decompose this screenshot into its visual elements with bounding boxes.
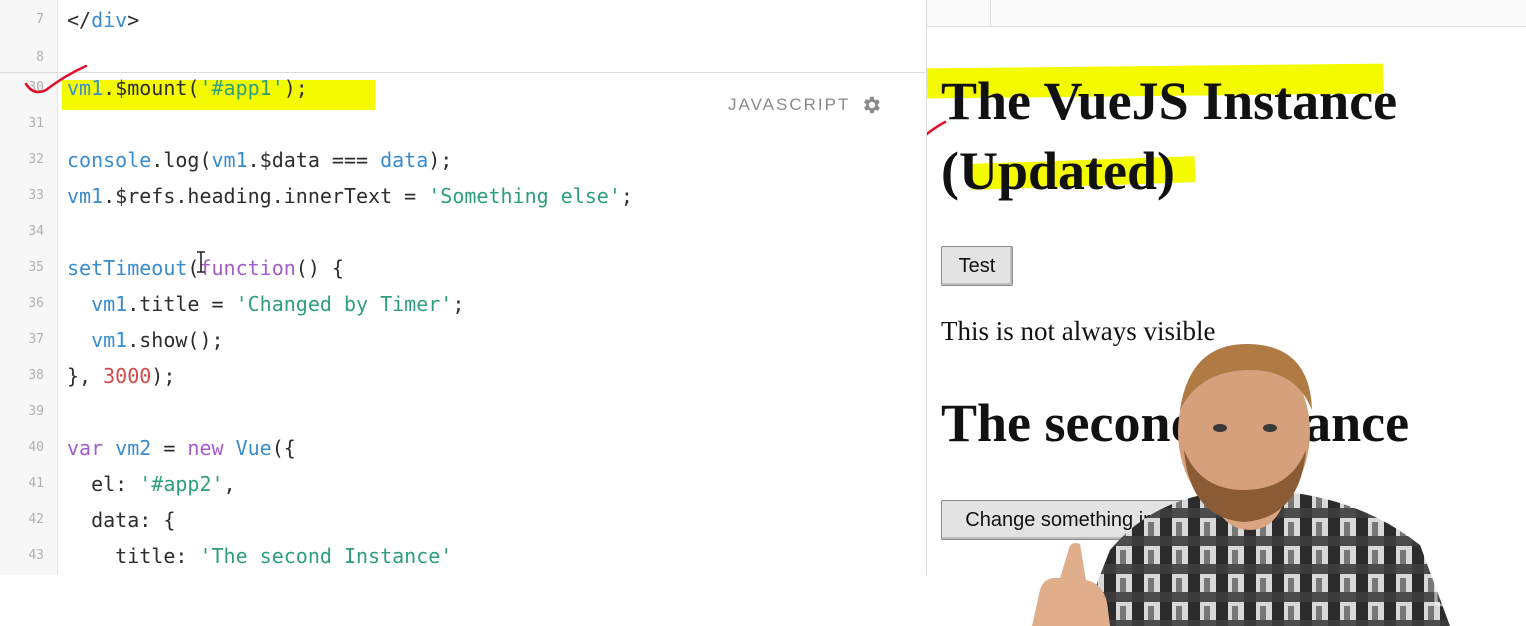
code-line[interactable]: 42 data: {	[0, 502, 925, 538]
code-text[interactable]: el: '#app2',	[67, 466, 236, 502]
line-number: 41	[28, 476, 44, 491]
code-token: '#app2'	[139, 472, 224, 496]
pen-checkmark-annotation-2	[927, 120, 947, 136]
code-token: vm1	[67, 184, 104, 208]
code-token: .title =	[127, 292, 236, 316]
line-number: 34	[28, 224, 44, 239]
code-line[interactable]: 41 el: '#app2',	[0, 466, 925, 502]
code-text[interactable]: vm1.$mount('#app1');	[67, 70, 308, 106]
code-token: >	[127, 8, 140, 32]
preview-toolbar	[927, 0, 1526, 27]
code-text[interactable]: title: 'The second Instance'	[67, 538, 452, 574]
line-number: 36	[28, 296, 44, 311]
toolbar-separator	[990, 0, 991, 26]
code-token: '#app1'	[199, 76, 284, 100]
code-token: console	[67, 148, 152, 172]
code-token: vm1	[211, 148, 248, 172]
code-token: ,	[223, 472, 236, 496]
line-number: 7	[36, 12, 44, 27]
code-text[interactable]: vm1.show();	[67, 322, 224, 358]
code-token: () {	[295, 256, 344, 280]
code-token: ({	[271, 436, 296, 460]
code-text[interactable]: }, 3000);	[67, 358, 175, 394]
line-number: 40	[28, 440, 44, 455]
language-bar[interactable]: JAVASCRIPT	[728, 94, 882, 116]
code-line[interactable]: 37 vm1.show();	[0, 322, 925, 358]
code-token: data	[380, 148, 429, 172]
code-token: 'Changed by Timer'	[235, 292, 453, 316]
text-cursor-icon	[197, 251, 205, 273]
code-token: =	[151, 436, 188, 460]
code-line[interactable]: 33 vm1.$refs.heading.innerText = 'Somethi…	[0, 178, 925, 214]
code-line[interactable]: 34	[0, 214, 925, 250]
code-line[interactable]: 39	[0, 394, 925, 430]
code-line[interactable]: 36 vm1.title = 'Changed by Timer';	[0, 286, 925, 322]
code-line[interactable]: 35 setTimeout(function() {	[0, 250, 925, 286]
heading-line-2: (Updated)	[941, 141, 1176, 201]
heading-line-1: The VueJS Instance	[941, 71, 1398, 131]
code-line[interactable]: 38}, 3000);	[0, 358, 925, 394]
code-token: Vue	[235, 436, 272, 460]
code-token: ;	[452, 292, 465, 316]
language-label: JAVASCRIPT	[728, 95, 851, 114]
code-editor[interactable]: 7 </div> 8 30 vm1.$mount('#app1'); 31 32 consol…	[0, 0, 925, 575]
line-number: 43	[28, 548, 44, 563]
code-token: new	[187, 436, 236, 460]
code-line[interactable]: 32 console.log(vm1.$data === data);	[0, 142, 925, 178]
line-number: 38	[28, 368, 44, 383]
code-token: vm1	[67, 292, 128, 316]
code-token: el:	[67, 472, 140, 496]
line-number: 31	[28, 116, 44, 131]
code-token: vm2	[115, 436, 152, 460]
code-text[interactable]: console.log(vm1.$data === data);	[67, 142, 452, 178]
code-line[interactable]: 40 var vm2 = new Vue({	[0, 430, 925, 466]
code-token: setTimeout	[67, 256, 188, 280]
editor-pane-divider[interactable]	[0, 72, 925, 73]
code-text[interactable]: vm1.title = 'Changed by Timer';	[67, 286, 464, 322]
code-text[interactable]: data: {	[67, 502, 175, 538]
gear-icon[interactable]	[860, 94, 882, 116]
code-token: 3000	[103, 364, 152, 388]
code-token: vm1	[67, 328, 128, 352]
line-number: 35	[28, 260, 44, 275]
line-number: 39	[28, 404, 44, 419]
code-token: .log(	[151, 148, 212, 172]
code-token: ;	[620, 184, 633, 208]
code-token: .$data ===	[247, 148, 381, 172]
code-token: .$refs.heading.innerText =	[103, 184, 429, 208]
code-token: 'The second Instance'	[199, 544, 453, 568]
code-token: },	[67, 364, 104, 388]
code-token: 'Something else'	[428, 184, 621, 208]
code-text[interactable]: vm1.$refs.heading.innerText = 'Something…	[67, 178, 633, 214]
line-number: 37	[28, 332, 44, 347]
code-token: div	[91, 8, 128, 32]
code-token: var	[67, 436, 116, 460]
code-token: );	[283, 76, 308, 100]
code-token: .$mount(	[103, 76, 200, 100]
code-token: );	[151, 364, 176, 388]
code-token: .show();	[127, 328, 224, 352]
code-token: title:	[67, 544, 200, 568]
code-token: );	[428, 148, 453, 172]
udemy-watermark: udemy	[1432, 573, 1526, 614]
pen-checkmark-annotation	[24, 64, 88, 94]
test-button[interactable]: Test	[941, 246, 1013, 286]
code-token: data: {	[67, 508, 176, 532]
line-number: 33	[28, 188, 44, 203]
presenter-webcam-overlay	[1032, 343, 1450, 626]
code-text[interactable]: var vm2 = new Vue({	[67, 430, 296, 466]
code-line[interactable]: 7 </div>	[0, 2, 925, 38]
code-token: </	[67, 8, 92, 32]
line-number: 42	[28, 512, 44, 527]
code-text[interactable]: </div>	[67, 2, 139, 38]
line-number: 32	[28, 152, 44, 167]
code-line[interactable]: 43 title: 'The second Instance'	[0, 538, 925, 574]
code-token: function	[199, 256, 296, 280]
